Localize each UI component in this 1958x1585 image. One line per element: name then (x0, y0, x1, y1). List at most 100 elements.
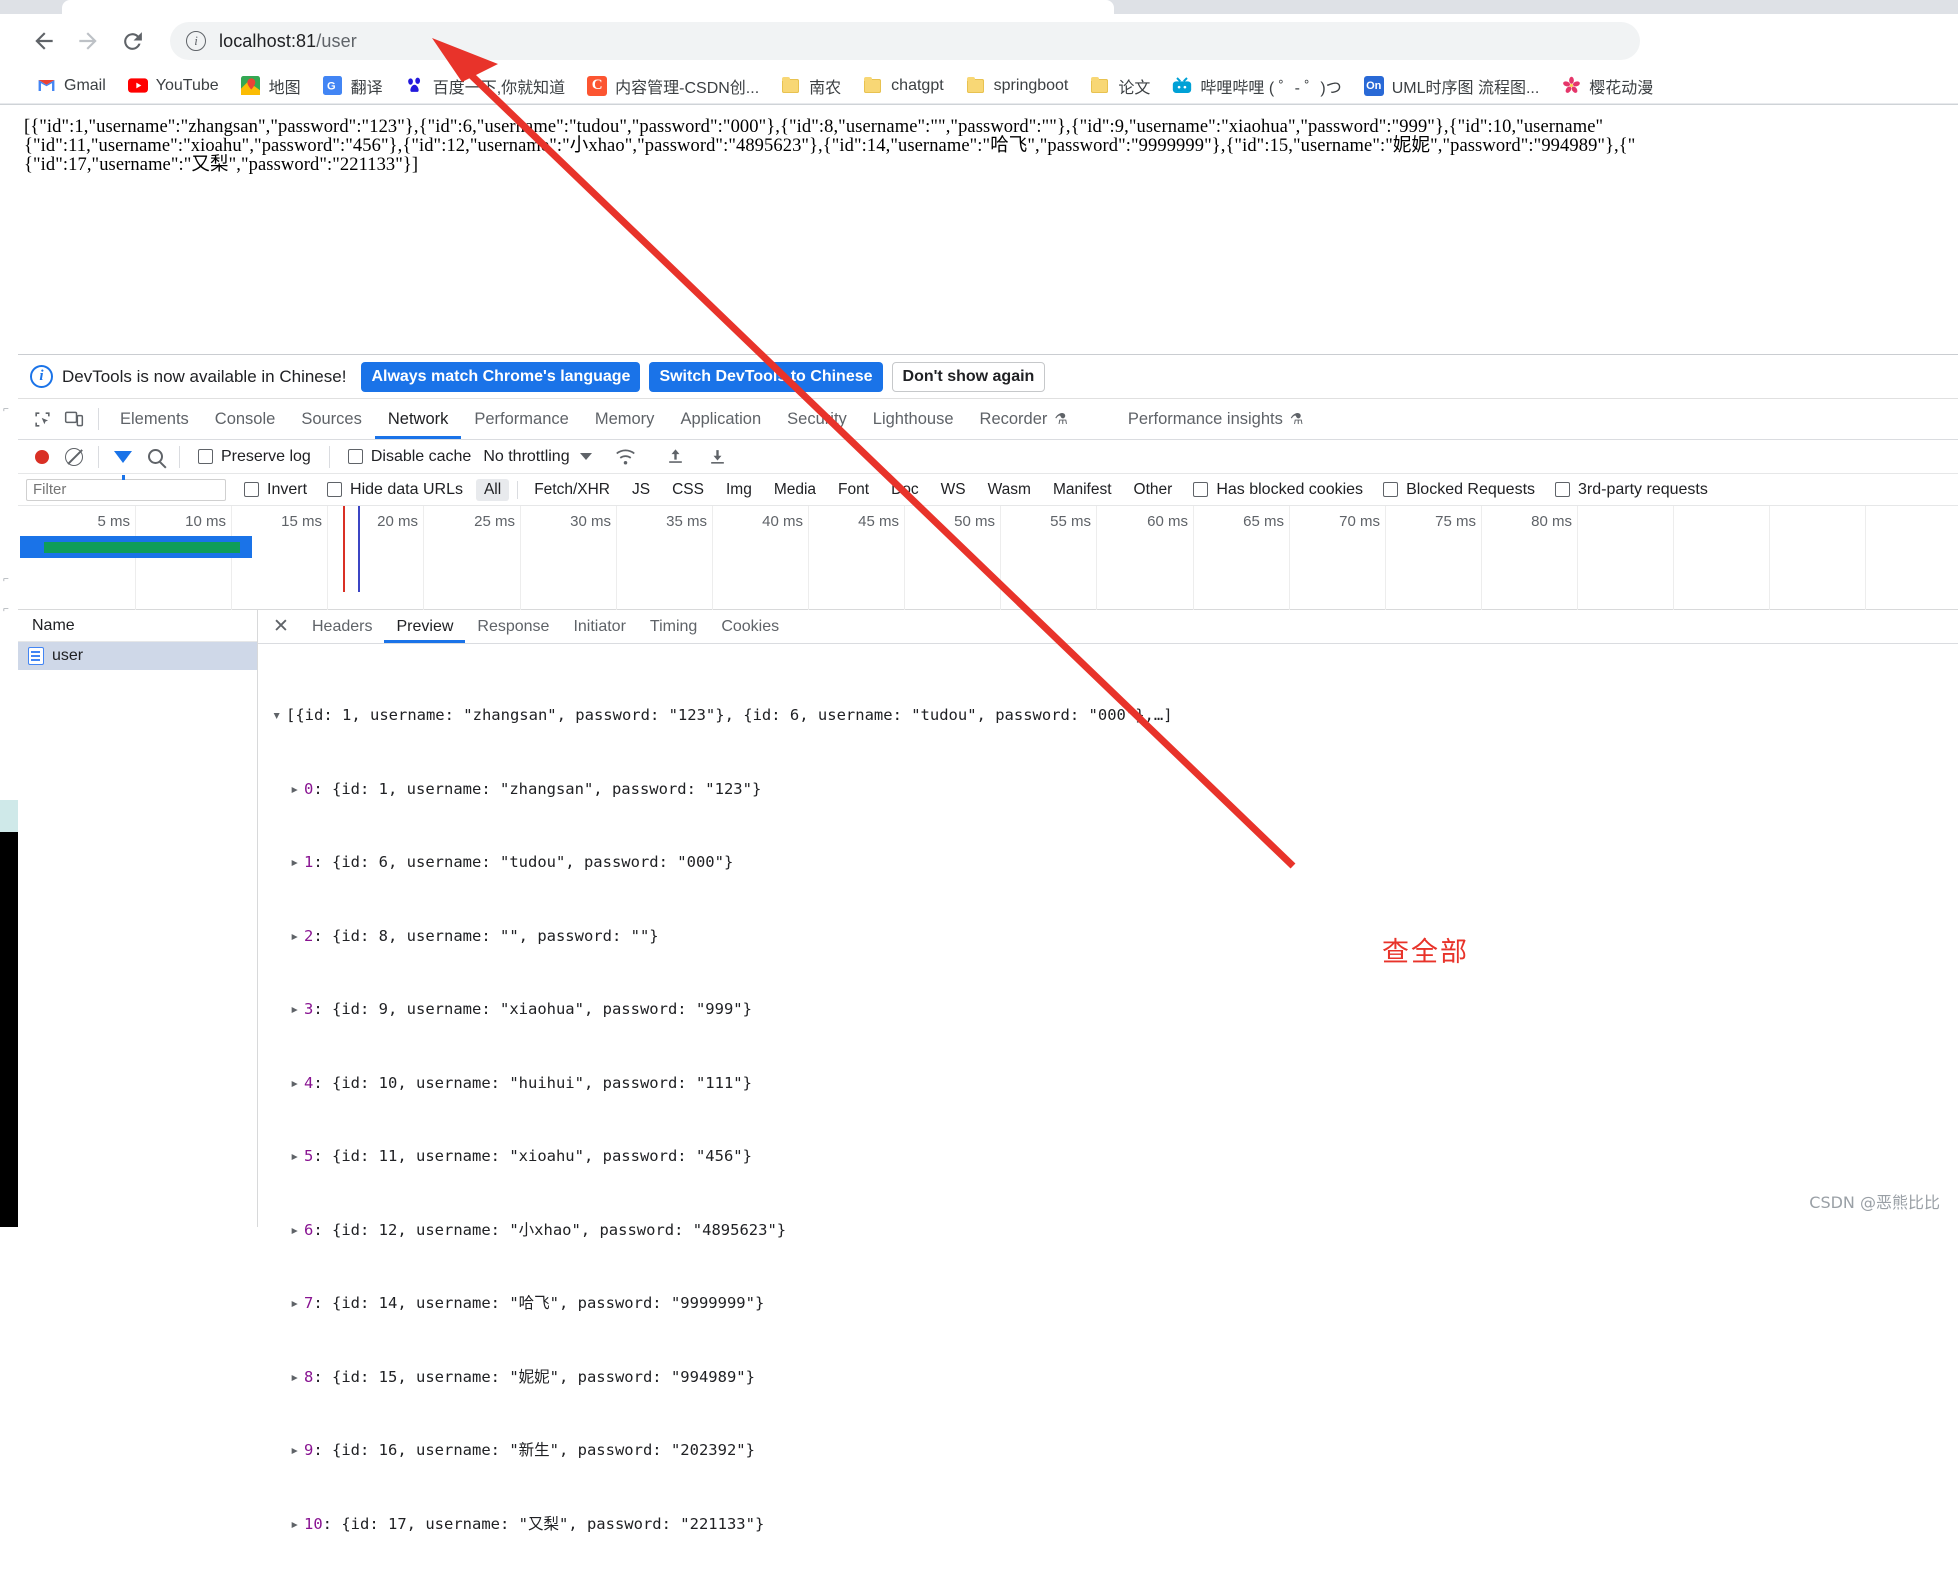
back-arrow-icon[interactable] (24, 21, 64, 61)
bookmark-folder-nannong[interactable]: 南农 (773, 72, 849, 100)
network-conditions-icon[interactable] (610, 441, 642, 473)
disclosure-triangle-icon[interactable] (290, 777, 304, 802)
filter-type-js[interactable]: JS (624, 479, 658, 501)
bookmark-folder-chatgpt[interactable]: chatgpt (855, 72, 951, 100)
tab-initiator[interactable]: Initiator (561, 610, 637, 643)
bookmark-maps[interactable]: 地图 (233, 72, 309, 100)
disable-cache-checkbox[interactable]: Disable cache (347, 448, 471, 466)
filter-type-manifest[interactable]: Manifest (1045, 479, 1120, 501)
has-blocked-cookies-checkbox[interactable]: Has blocked cookies (1193, 481, 1363, 499)
dont-show-again-button[interactable]: Don't show again (891, 361, 1046, 392)
export-har-icon[interactable] (702, 441, 734, 473)
tree-item-row[interactable]: 6: {id: 12, username: "小xhao", password:… (272, 1218, 1958, 1243)
filter-type-other[interactable]: Other (1126, 479, 1181, 501)
search-icon[interactable] (139, 441, 171, 473)
tab-sources[interactable]: Sources (288, 400, 375, 439)
bookmark-label: UML时序图 流程图... (1391, 79, 1540, 97)
filter-type-doc[interactable]: Doc (883, 479, 927, 501)
preserve-log-checkbox[interactable]: Preserve log (198, 448, 311, 466)
tree-item-row[interactable]: 8: {id: 15, username: "妮妮", password: "9… (272, 1365, 1958, 1390)
tab-security[interactable]: Security (774, 400, 860, 439)
always-match-language-button[interactable]: Always match Chrome's language (361, 361, 641, 392)
device-toolbar-icon[interactable] (58, 403, 90, 435)
tree-item-row[interactable]: 3: {id: 9, username: "xiaohua", password… (272, 997, 1958, 1022)
site-info-icon[interactable]: i (186, 31, 206, 51)
tree-item-row[interactable]: 2: {id: 8, username: "", password: ""} (272, 924, 1958, 949)
disclosure-triangle-icon[interactable] (290, 1438, 304, 1463)
tree-item-row[interactable]: 10: {id: 17, username: "又梨", password: "… (272, 1512, 1958, 1537)
disclosure-triangle-icon[interactable] (290, 1291, 304, 1316)
filter-type-ws[interactable]: WS (933, 479, 974, 501)
bookmark-bilibili[interactable]: 哔哩哔哩 ( ゜- ゜)つ (1164, 72, 1349, 100)
tab-cookies[interactable]: Cookies (709, 610, 791, 643)
tab-headers[interactable]: Headers (300, 610, 384, 643)
active-browser-tab[interactable] (62, 0, 1114, 14)
tab-preview[interactable]: Preview (384, 610, 465, 643)
bookmark-label: 哔哩哔哩 ( ゜- ゜)つ (1200, 79, 1342, 97)
tab-console[interactable]: Console (202, 400, 289, 439)
network-timeline-overview[interactable]: 5 ms 10 ms 15 ms 20 ms 25 ms 30 ms 35 ms… (18, 506, 1958, 610)
tab-elements[interactable]: Elements (107, 400, 202, 439)
tab-performance[interactable]: Performance (461, 400, 581, 439)
import-har-icon[interactable] (660, 441, 692, 473)
disclosure-triangle-icon[interactable] (290, 1218, 304, 1243)
tab-network[interactable]: Network (375, 400, 462, 439)
tree-item-row[interactable]: 5: {id: 11, username: "xioahu", password… (272, 1144, 1958, 1169)
disclosure-triangle-icon[interactable] (290, 1512, 304, 1537)
hide-data-urls-checkbox[interactable]: Hide data URLs (327, 481, 463, 499)
invert-checkbox[interactable]: Invert (244, 481, 307, 499)
filter-funnel-icon[interactable] (107, 441, 139, 480)
third-party-requests-checkbox[interactable]: 3rd-party requests (1555, 481, 1708, 499)
filter-type-fetch-xhr[interactable]: Fetch/XHR (526, 479, 618, 501)
tree-root-row[interactable]: [{id: 1, username: "zhangsan", password:… (272, 703, 1958, 728)
bookmark-uml[interactable]: On UML时序图 流程图... (1356, 72, 1548, 100)
clear-icon[interactable] (58, 441, 90, 473)
filter-type-css[interactable]: CSS (664, 479, 712, 501)
filter-input[interactable] (26, 478, 226, 501)
chevron-down-icon[interactable] (570, 441, 602, 473)
disclosure-triangle-icon[interactable] (290, 997, 304, 1022)
record-stop-icon[interactable] (26, 441, 58, 473)
filter-type-img[interactable]: Img (718, 479, 760, 501)
bookmark-gmail[interactable]: Gmail (28, 72, 114, 100)
tab-timing[interactable]: Timing (638, 610, 709, 643)
tree-item-row[interactable]: 0: {id: 1, username: "zhangsan", passwor… (272, 777, 1958, 802)
tab-memory[interactable]: Memory (582, 400, 668, 439)
tree-item-row[interactable]: 1: {id: 6, username: "tudou", password: … (272, 850, 1958, 875)
throttling-select[interactable]: No throttling (483, 448, 569, 466)
bookmark-folder-lunwen[interactable]: 论文 (1082, 72, 1158, 100)
disclosure-triangle-icon[interactable] (290, 1365, 304, 1390)
timeline-tick-label: 60 ms (1147, 513, 1188, 530)
bookmark-folder-springboot[interactable]: springboot (958, 72, 1077, 100)
tree-item-row[interactable]: 9: {id: 16, username: "新生", password: "2… (272, 1438, 1958, 1463)
filter-type-media[interactable]: Media (766, 479, 824, 501)
disclosure-triangle-icon[interactable] (290, 924, 304, 949)
inspect-element-icon[interactable] (26, 403, 58, 435)
close-icon[interactable]: ✕ (268, 614, 294, 640)
bookmark-csdn[interactable]: C 内容管理-CSDN创... (579, 72, 767, 100)
tree-item-row[interactable]: 4: {id: 10, username: "huihui", password… (272, 1071, 1958, 1096)
tab-application[interactable]: Application (667, 400, 774, 439)
filter-type-wasm[interactable]: Wasm (980, 479, 1039, 501)
blocked-requests-checkbox[interactable]: Blocked Requests (1383, 481, 1535, 499)
address-bar[interactable]: i localhost:81/user (170, 22, 1640, 60)
disclosure-triangle-icon[interactable] (290, 1144, 304, 1169)
tab-performance-insights[interactable]: Performance insights ⚗ (1115, 400, 1316, 439)
forward-arrow-icon[interactable] (68, 21, 108, 61)
filter-type-font[interactable]: Font (830, 479, 877, 501)
bookmark-translate[interactable]: G 翻译 (315, 72, 391, 100)
reload-icon[interactable] (112, 21, 152, 61)
tree-item-row[interactable]: 7: {id: 14, username: "哈飞", password: "9… (272, 1291, 1958, 1316)
tab-recorder[interactable]: Recorder ⚗ (967, 400, 1081, 439)
bookmark-youtube[interactable]: YouTube (120, 72, 227, 100)
disclosure-triangle-icon[interactable] (272, 703, 286, 728)
filter-type-all[interactable]: All (475, 478, 510, 501)
request-row-user[interactable]: user (18, 642, 257, 670)
switch-devtools-to-chinese-button[interactable]: Switch DevTools to Chinese (649, 361, 883, 392)
disclosure-triangle-icon[interactable] (290, 1071, 304, 1096)
bookmark-baidu[interactable]: 百度一下,你就知道 (397, 72, 573, 100)
tab-lighthouse[interactable]: Lighthouse (860, 400, 967, 439)
disclosure-triangle-icon[interactable] (290, 850, 304, 875)
tab-response[interactable]: Response (465, 610, 561, 643)
bookmark-sakura[interactable]: 樱花动漫 (1553, 72, 1661, 100)
